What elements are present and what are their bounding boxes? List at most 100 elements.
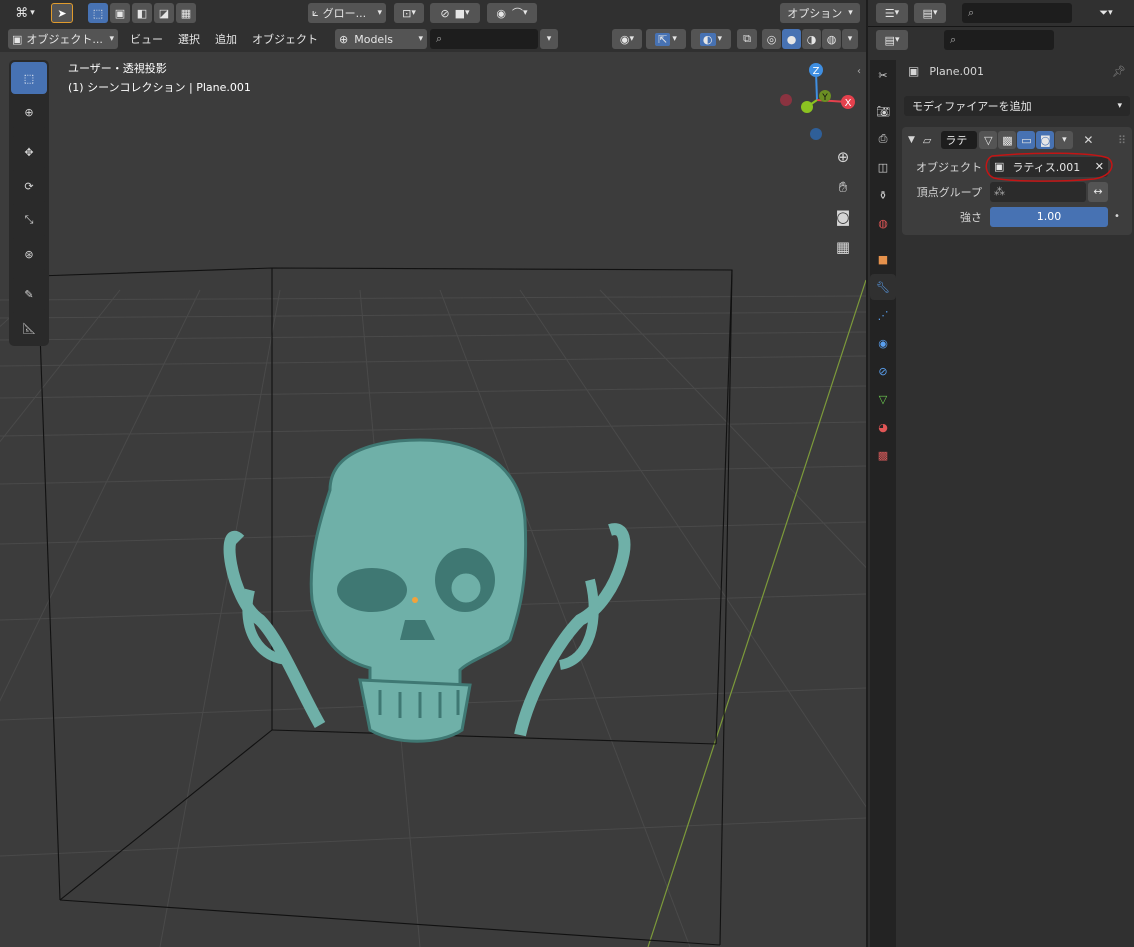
overlay-toggle[interactable]: ◐ ▾ — [691, 29, 731, 49]
constraints-tab-icon[interactable]: ⊘ — [870, 358, 896, 384]
collapse-sidebar-icon[interactable]: ‹ — [857, 66, 861, 77]
annotate-icon[interactable]: ✎ — [11, 278, 47, 310]
output-tab-icon[interactable]: ⎙ — [870, 126, 896, 152]
scale-icon[interactable]: ⤡ — [11, 204, 47, 236]
shading-options-button[interactable]: ▾ — [842, 29, 858, 49]
snap-toggle[interactable]: ⊘ ■ ▾ — [430, 3, 480, 23]
modifier-menu-button[interactable]: ▾ — [1055, 131, 1074, 149]
collapse-arrow-icon[interactable]: ▼ — [908, 135, 915, 145]
menu-view[interactable]: ビュー — [126, 29, 167, 49]
object-tab-icon[interactable]: ■ — [870, 246, 896, 272]
modifier-name-field[interactable]: ラテ — [941, 131, 978, 149]
chevron-down-icon: ▾ — [1117, 101, 1122, 111]
properties-search-input[interactable]: ⌕ — [944, 30, 1054, 50]
search-dropdown-button[interactable]: ▾ — [540, 29, 558, 49]
chevron-down-icon: ▾ — [109, 34, 114, 44]
modifier-tab-icon[interactable]: 🔧︎ — [870, 274, 896, 300]
mode-dropdown[interactable]: ▣ オブジェクト... ▾ — [8, 29, 118, 49]
pivot-point-dropdown[interactable]: ⊡ ▾ — [394, 3, 424, 23]
chevron-down-icon: ▾ — [894, 35, 900, 45]
gizmo-toggle[interactable]: ⇱ ▾ — [646, 29, 686, 49]
solid-icon[interactable]: ● — [782, 29, 801, 49]
edit-mode-icon[interactable]: ▽ — [979, 131, 998, 149]
scene-tab-icon[interactable]: ⚱ — [870, 182, 896, 208]
select-invert-icon[interactable]: ◪ — [154, 3, 174, 23]
rendered-icon[interactable]: ◍ — [822, 29, 841, 49]
menu-add[interactable]: 追加 — [211, 29, 241, 49]
strength-slider[interactable]: 1.00 — [990, 206, 1108, 227]
y-axis-line — [647, 279, 866, 947]
camera-icon[interactable]: ◙ — [829, 203, 857, 231]
wireframe-icon[interactable]: ◎ — [762, 29, 781, 49]
material-preview-icon[interactable]: ◑ — [802, 29, 821, 49]
tool-tab-icon[interactable]: ✂ — [870, 62, 896, 88]
outliner-type-button[interactable]: ☰ ▾ — [876, 3, 908, 23]
proportional-editing-toggle[interactable]: ◉ ⌒ ▾ — [487, 3, 537, 23]
vertex-group-field[interactable]: ⁂ — [990, 181, 1086, 202]
chevron-down-icon: ▾ — [465, 8, 470, 18]
properties-content: ▣ Plane.001 📌︎ モディファイアーを追加 ▾ ▼ ▱ ラテ ▽ ▩ … — [898, 60, 1134, 235]
material-tab-icon[interactable]: ◕ — [870, 414, 896, 440]
delete-modifier-icon[interactable]: ✕ — [1083, 133, 1093, 147]
image-icon: ▤ — [922, 6, 933, 20]
cage-icon[interactable]: ▩ — [998, 131, 1017, 149]
zoom-icon[interactable]: ⊕ — [829, 143, 857, 171]
render-tab-icon[interactable]: 📷︎ — [870, 98, 896, 124]
select-intersect-icon[interactable]: ▦ — [176, 3, 196, 23]
chevron-down-icon: ▾ — [418, 34, 423, 44]
axis-icon: ⌘ — [15, 5, 29, 21]
orientation-icon: ⟀ — [312, 6, 319, 19]
select-tool-button[interactable]: ➤ — [51, 3, 73, 23]
menu-select[interactable]: 選択 — [174, 29, 204, 49]
physics-tab-icon[interactable]: ◉ — [870, 330, 896, 356]
select-box-icon[interactable]: ⬚ — [11, 62, 47, 94]
properties-type-button[interactable]: ▤ ▾ — [876, 30, 908, 50]
gizmo-icon: ⇱ — [655, 32, 671, 46]
move-icon[interactable]: ✥ — [11, 136, 47, 168]
display-mode-button[interactable]: ▤ ▾ — [914, 3, 946, 23]
visibility-dropdown[interactable]: ◉ ▾ — [612, 29, 642, 49]
keyframe-dot-icon[interactable]: • — [1114, 211, 1120, 222]
view-name: ユーザー・透視投影 — [68, 62, 167, 75]
hand-icon[interactable]: ✋︎ — [829, 173, 857, 201]
transform-orientation-dropdown[interactable]: ⟀ グロー... ▾ — [308, 3, 386, 23]
select-subtract-icon[interactable]: ◧ — [132, 3, 152, 23]
chevron-down-icon: ▾ — [30, 8, 35, 18]
particles-tab-icon[interactable]: ⋰ — [870, 302, 896, 328]
chevron-down-icon: ▾ — [546, 34, 552, 44]
select-new-icon[interactable]: ⬚ — [88, 3, 108, 23]
red-highlight-annotation — [985, 151, 1113, 182]
outliner-search-input[interactable]: ⌕ — [962, 3, 1072, 23]
invert-vertex-group-button[interactable]: ↔ — [1088, 181, 1108, 202]
navigation-gizmo[interactable]: Z Y X — [775, 60, 855, 142]
3d-viewport[interactable]: ⌘ ▾ ➤ ⬚ ▣ ◧ ◪ ▦ ⟀ グロー... ▾ ⊡ ▾ ⊘ ■ ▾ ◉ ⌒ ▾ オプシ… — [0, 0, 866, 947]
grid-icon[interactable]: ▦ — [829, 233, 857, 261]
filter-button[interactable]: ⏷ ▾ — [1088, 3, 1124, 23]
cursor-3d-icon[interactable]: ⊕ — [11, 96, 47, 128]
render-camera-icon[interactable]: ◙ — [1036, 131, 1055, 149]
editor-type-button[interactable]: ⌘ ▾ — [8, 3, 42, 23]
data-tab-icon[interactable]: ▽ — [870, 386, 896, 412]
pin-icon[interactable]: 📌︎ — [1112, 65, 1126, 78]
gizmo-x-label: X — [845, 98, 852, 109]
viewport-display-icon[interactable]: ▭ — [1017, 131, 1036, 149]
options-dropdown[interactable]: オプション ▾ — [780, 3, 860, 23]
chevron-down-icon: ▾ — [717, 34, 723, 44]
select-extend-icon[interactable]: ▣ — [110, 3, 130, 23]
view-layer-tab-icon[interactable]: ◫ — [870, 154, 896, 180]
texture-tab-icon[interactable]: ▩ — [870, 442, 896, 468]
object-field-wrapper: ▣ ラティス.001 ✕ — [985, 151, 1113, 182]
xray-toggle[interactable]: ⧉ — [737, 29, 757, 49]
collection-dropdown[interactable]: ⊕ Models ▾ — [335, 29, 427, 49]
world-tab-icon[interactable]: ◍ — [870, 210, 896, 236]
viewport-search-input[interactable]: ⌕ — [430, 29, 538, 49]
xray-icon: ⧉ — [743, 32, 751, 45]
measure-icon[interactable]: 📐︎ — [11, 312, 47, 344]
drag-handle-icon[interactable]: ⠿ — [1118, 134, 1126, 147]
menu-object[interactable]: オブジェクト — [248, 29, 322, 49]
transform-icon[interactable]: ⊛ — [11, 238, 47, 270]
collection-icon: ⊕ — [339, 32, 349, 46]
properties-tabs: ✂ 📷︎ ⎙ ◫ ⚱ ◍ ■ 🔧︎ ⋰ ◉ ⊘ ▽ ◕ ▩ — [870, 60, 896, 947]
rotate-icon[interactable]: ⟳ — [11, 170, 47, 202]
add-modifier-dropdown[interactable]: モディファイアーを追加 ▾ — [904, 96, 1130, 116]
